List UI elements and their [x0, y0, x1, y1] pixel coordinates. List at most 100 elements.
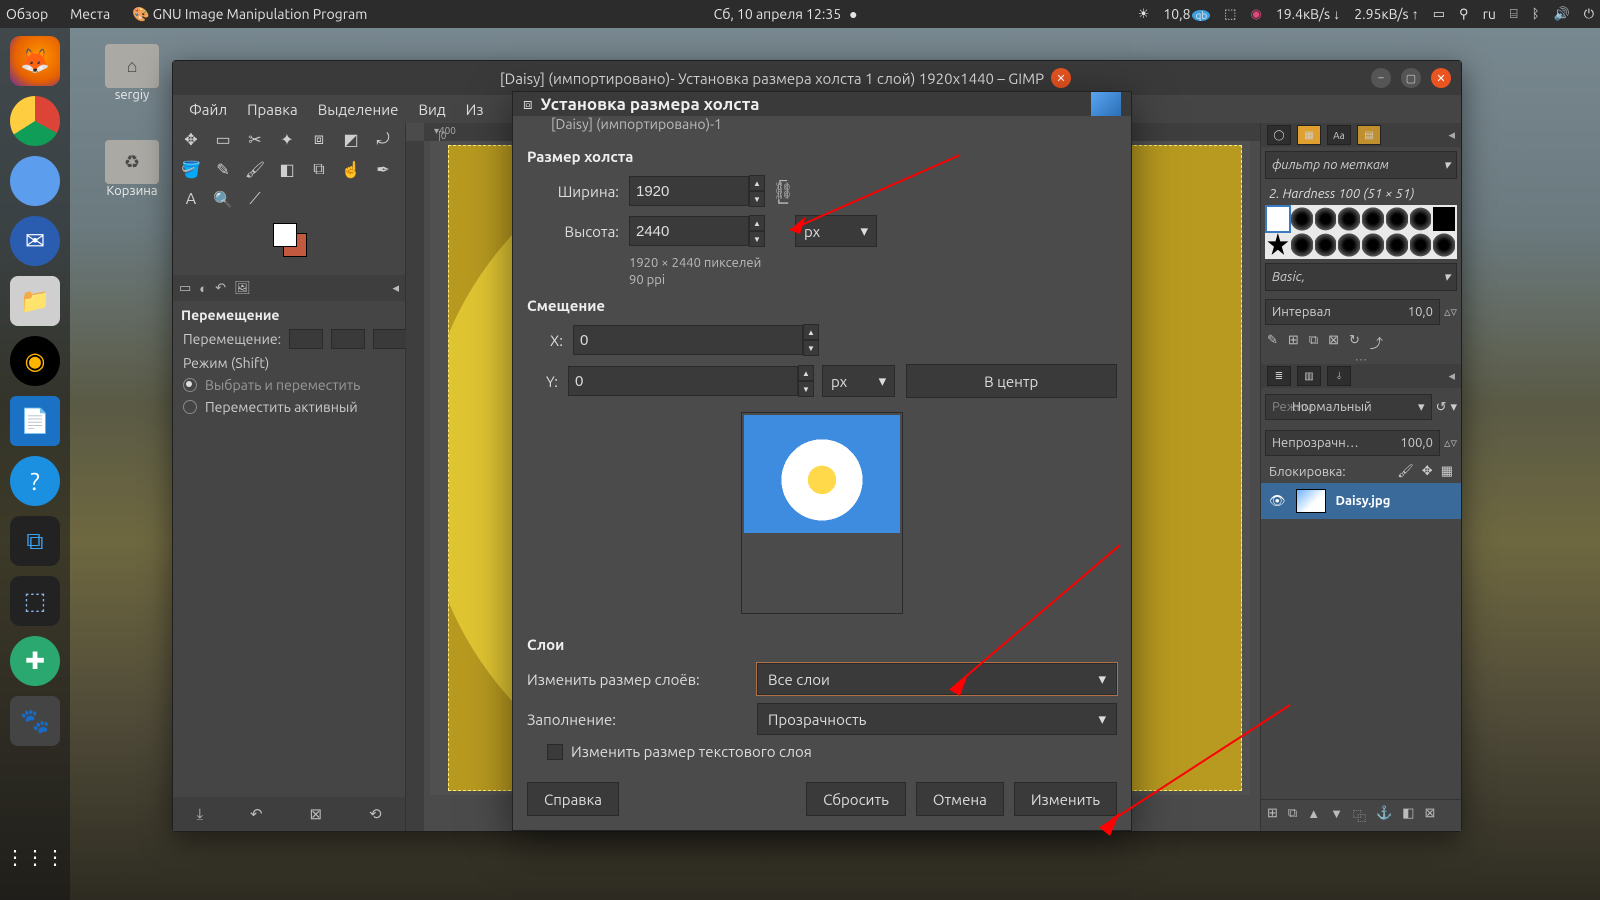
merge-layer-icon[interactable]: ⚓: [1376, 806, 1392, 825]
dock-thunderbird[interactable]: ✉: [10, 216, 60, 266]
patterns-tab[interactable]: ▦: [1297, 125, 1321, 145]
overview-button[interactable]: Обзор: [6, 6, 48, 22]
brightness-icon[interactable]: ☀: [1138, 7, 1150, 22]
window-maximize[interactable]: ▢: [1401, 68, 1421, 88]
bluetooth-icon[interactable]: ᛒ: [1532, 7, 1540, 21]
height-up[interactable]: ▲: [749, 215, 765, 231]
height-input[interactable]: [629, 216, 749, 246]
tool-move[interactable]: ✥: [181, 129, 201, 149]
tool-zoom[interactable]: 🔍: [213, 189, 233, 209]
width-down[interactable]: ▼: [749, 191, 765, 207]
offset-preview[interactable]: [741, 412, 903, 614]
color-swatch[interactable]: [273, 223, 307, 257]
reset-options-icon[interactable]: ⟲: [369, 805, 382, 823]
height-down[interactable]: ▼: [749, 231, 765, 247]
width-input[interactable]: [629, 176, 749, 206]
radio-pick-layer[interactable]: [183, 378, 197, 392]
layers-menu-icon[interactable]: ◂: [1448, 369, 1455, 384]
visibility-icon[interactable]: 👁: [1269, 494, 1286, 509]
tab-undo[interactable]: ↶: [215, 281, 226, 296]
tool-fuzzy-select[interactable]: ✦: [277, 129, 297, 149]
dock-gimp[interactable]: 🐾: [10, 696, 60, 746]
volume-icon[interactable]: 🔊: [1554, 7, 1570, 22]
size-unit-select[interactable]: px▾: [795, 215, 877, 247]
tool-transform[interactable]: ◩: [341, 129, 361, 149]
tool-path[interactable]: ✒: [373, 159, 393, 179]
help-button[interactable]: Справка: [527, 782, 619, 816]
dock-writer[interactable]: 📄: [10, 396, 60, 446]
clock[interactable]: Сб, 10 апреля 12:35: [714, 6, 841, 22]
save-options-icon[interactable]: ⤓: [196, 805, 203, 823]
delete-options-icon[interactable]: ⊠: [309, 805, 322, 823]
dup-layer-icon[interactable]: ⿻: [1353, 806, 1366, 825]
y-down[interactable]: ▼: [798, 381, 814, 397]
tool-pencil[interactable]: ✎: [213, 159, 233, 179]
desktop-trash[interactable]: ♻Корзина: [92, 140, 172, 198]
cancel-button[interactable]: Отмена: [916, 782, 1004, 816]
move-mode-path[interactable]: [373, 329, 407, 349]
lower-layer-icon[interactable]: ▼: [1330, 806, 1343, 825]
tool-measure[interactable]: ⟋: [245, 189, 265, 209]
delete-layer-icon[interactable]: ⊠: [1424, 806, 1435, 825]
lock-pixels-icon[interactable]: 🖌: [1397, 464, 1414, 479]
mask-layer-icon[interactable]: ◧: [1402, 806, 1414, 825]
raise-layer-icon[interactable]: ▲: [1307, 806, 1320, 825]
tool-free-select[interactable]: ✂: [245, 129, 265, 149]
width-up[interactable]: ▲: [749, 175, 765, 191]
network-icon[interactable]: ⌸: [1510, 7, 1518, 22]
tab-devices[interactable]: ◐: [199, 281, 207, 296]
desktop-home[interactable]: ⌂sergiy: [92, 44, 172, 102]
menu-image[interactable]: Из: [456, 101, 494, 118]
x-input[interactable]: [573, 325, 803, 355]
refresh-brush-icon[interactable]: ↻: [1349, 333, 1360, 352]
tool-text[interactable]: A: [181, 189, 201, 209]
resize-text-checkbox[interactable]: [547, 744, 563, 760]
offset-unit-select[interactable]: px▾: [822, 365, 895, 397]
panel-menu-icon[interactable]: ◂: [1448, 128, 1455, 143]
dock-files[interactable]: 📁: [10, 276, 60, 326]
opacity-input[interactable]: Непрозрачн…100,0: [1265, 430, 1440, 456]
menu-edit[interactable]: Правка: [237, 101, 308, 118]
dock-chrome[interactable]: [10, 96, 60, 146]
indicator-icon[interactable]: ⬚: [1224, 7, 1236, 22]
resize-button[interactable]: Изменить: [1014, 782, 1117, 816]
window-titlebar[interactable]: [Daisy] (импортировано)- Установка разме…: [173, 61, 1461, 95]
paths-tab[interactable]: ⫰: [1327, 366, 1351, 386]
resize-layers-select[interactable]: Все слои▾: [757, 663, 1117, 695]
tag-filter[interactable]: фильтр по меткам▾: [1265, 151, 1457, 179]
panel-resize-handle[interactable]: ⋯: [1261, 356, 1461, 364]
menu-select[interactable]: Выделение: [308, 101, 409, 118]
menu-file[interactable]: Файл: [179, 101, 237, 118]
lock-alpha-icon[interactable]: ▦: [1441, 464, 1453, 479]
lock-position-icon[interactable]: ✥: [1422, 464, 1433, 479]
move-mode-layer[interactable]: [289, 329, 323, 349]
move-mode-selection[interactable]: [331, 329, 365, 349]
fonts-tab[interactable]: Aa: [1327, 125, 1351, 145]
edit-brush-icon[interactable]: ✎: [1267, 333, 1278, 352]
radio-move-active[interactable]: [183, 400, 197, 414]
cube-icon[interactable]: ◉: [1250, 7, 1261, 22]
layer-mode-select[interactable]: РежимНормальный▾: [1265, 394, 1432, 420]
window-close[interactable]: ✕: [1431, 68, 1451, 88]
restore-options-icon[interactable]: ↶: [250, 805, 263, 823]
open-brush-icon[interactable]: ⤴: [1370, 333, 1383, 352]
tab-images[interactable]: 🖼: [234, 281, 251, 296]
vertical-ruler[interactable]: [406, 141, 424, 831]
brushes-tab[interactable]: ◯: [1267, 125, 1291, 145]
tool-warp[interactable]: ⤾: [373, 129, 393, 149]
layers-tab[interactable]: ≣: [1267, 366, 1291, 386]
accessibility-icon[interactable]: ⚲: [1459, 7, 1469, 22]
fill-select[interactable]: Прозрачность▾: [757, 703, 1117, 735]
brush-grid[interactable]: [1265, 205, 1457, 259]
chain-link-icon[interactable]: ⌐⛓⌙: [773, 176, 793, 206]
center-button[interactable]: В центр: [906, 364, 1118, 398]
dock-rhythmbox[interactable]: ◉: [10, 336, 60, 386]
power-icon[interactable]: ⏻: [1584, 7, 1594, 22]
layer-group-icon[interactable]: ⧉: [1288, 806, 1297, 825]
tool-crop[interactable]: ⧈: [309, 129, 329, 149]
y-up[interactable]: ▲: [798, 365, 814, 381]
layer-row[interactable]: 👁 Daisy.jpg: [1261, 483, 1461, 519]
dock-remmina[interactable]: ✚: [10, 636, 60, 686]
tool-smudge[interactable]: ☝: [341, 159, 361, 179]
mode-reset-icon[interactable]: ↺: [1436, 400, 1447, 415]
